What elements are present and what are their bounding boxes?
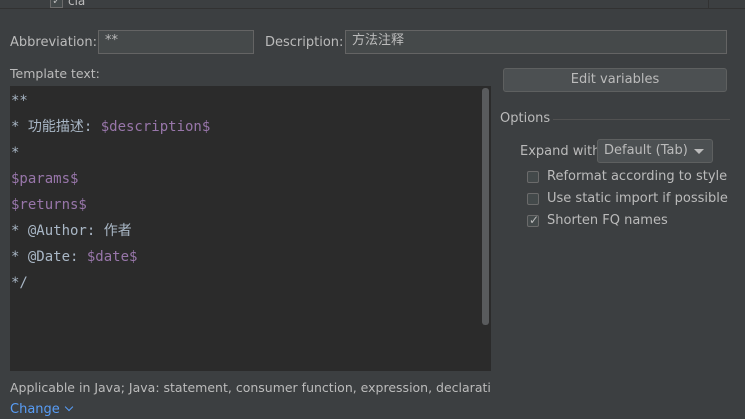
check-icon: ✓: [529, 213, 540, 227]
expand-with-select[interactable]: Default (Tab): [597, 139, 713, 163]
template-line: */: [11, 270, 28, 296]
template-variable: $date$: [86, 249, 138, 265]
template-text-label: Template text:: [10, 66, 100, 81]
template-line: **: [11, 88, 28, 114]
shorten-fq-checkbox[interactable]: ✓: [527, 213, 540, 227]
chevron-down-icon: [64, 402, 74, 412]
edit-variables-button[interactable]: Edit variables: [503, 68, 727, 92]
template-variable: $description$: [100, 119, 211, 135]
description-label: Description:: [265, 35, 344, 50]
expand-with-label: Expand with: [520, 144, 601, 159]
template-line: * 功能描述: $description$: [11, 114, 210, 140]
check-icon: ✓: [52, 0, 61, 7]
option-checkbox-label: Shorten FQ names: [547, 213, 668, 228]
description-input[interactable]: 方法注释: [345, 30, 727, 54]
template-text: **: [11, 93, 28, 109]
template-text: * @Date:: [11, 249, 87, 265]
template-variable: $returns$: [11, 197, 87, 213]
reformat-checkbox[interactable]: [527, 171, 539, 183]
template-text: *: [11, 145, 20, 161]
template-line: $returns$: [11, 192, 87, 218]
template-line: * @Date: $date$: [11, 244, 137, 270]
chevron-down-icon: [694, 149, 704, 154]
template-text: * 功能描述:: [11, 119, 101, 135]
template-variable: $params$: [11, 171, 79, 187]
option-checkbox-label: Use static import if possible: [547, 191, 728, 206]
template-list-item-label: cla: [68, 0, 86, 8]
template-line: $params$: [11, 166, 78, 192]
editor-scrollbar[interactable]: [482, 88, 489, 325]
template-list-remnant: [0, 0, 745, 9]
template-text-editor[interactable]: ** * 功能描述: $description$ * $params$ $returns…: [10, 86, 491, 371]
applicable-contexts-text: Applicable in Java; Java: statement, con…: [10, 380, 490, 395]
static-import-checkbox[interactable]: [527, 193, 539, 205]
expand-with-value: Default (Tab): [604, 143, 688, 158]
options-section-title: Options: [500, 111, 551, 126]
template-line: *: [11, 140, 19, 166]
change-link-label: Change: [10, 402, 60, 417]
option-checkbox-label: Reformat according to style: [547, 169, 728, 184]
template-text: * @Author: 作者: [11, 223, 132, 239]
abbreviation-input[interactable]: **: [98, 30, 254, 54]
list-divider: [708, 0, 709, 8]
template-checkbox[interactable]: ✓: [50, 0, 63, 8]
options-separator: [553, 119, 730, 120]
template-text: */: [11, 275, 28, 291]
change-contexts-link[interactable]: Change: [10, 402, 74, 418]
abbreviation-label: Abbreviation:: [10, 35, 98, 50]
template-line: * @Author: 作者: [11, 218, 132, 244]
